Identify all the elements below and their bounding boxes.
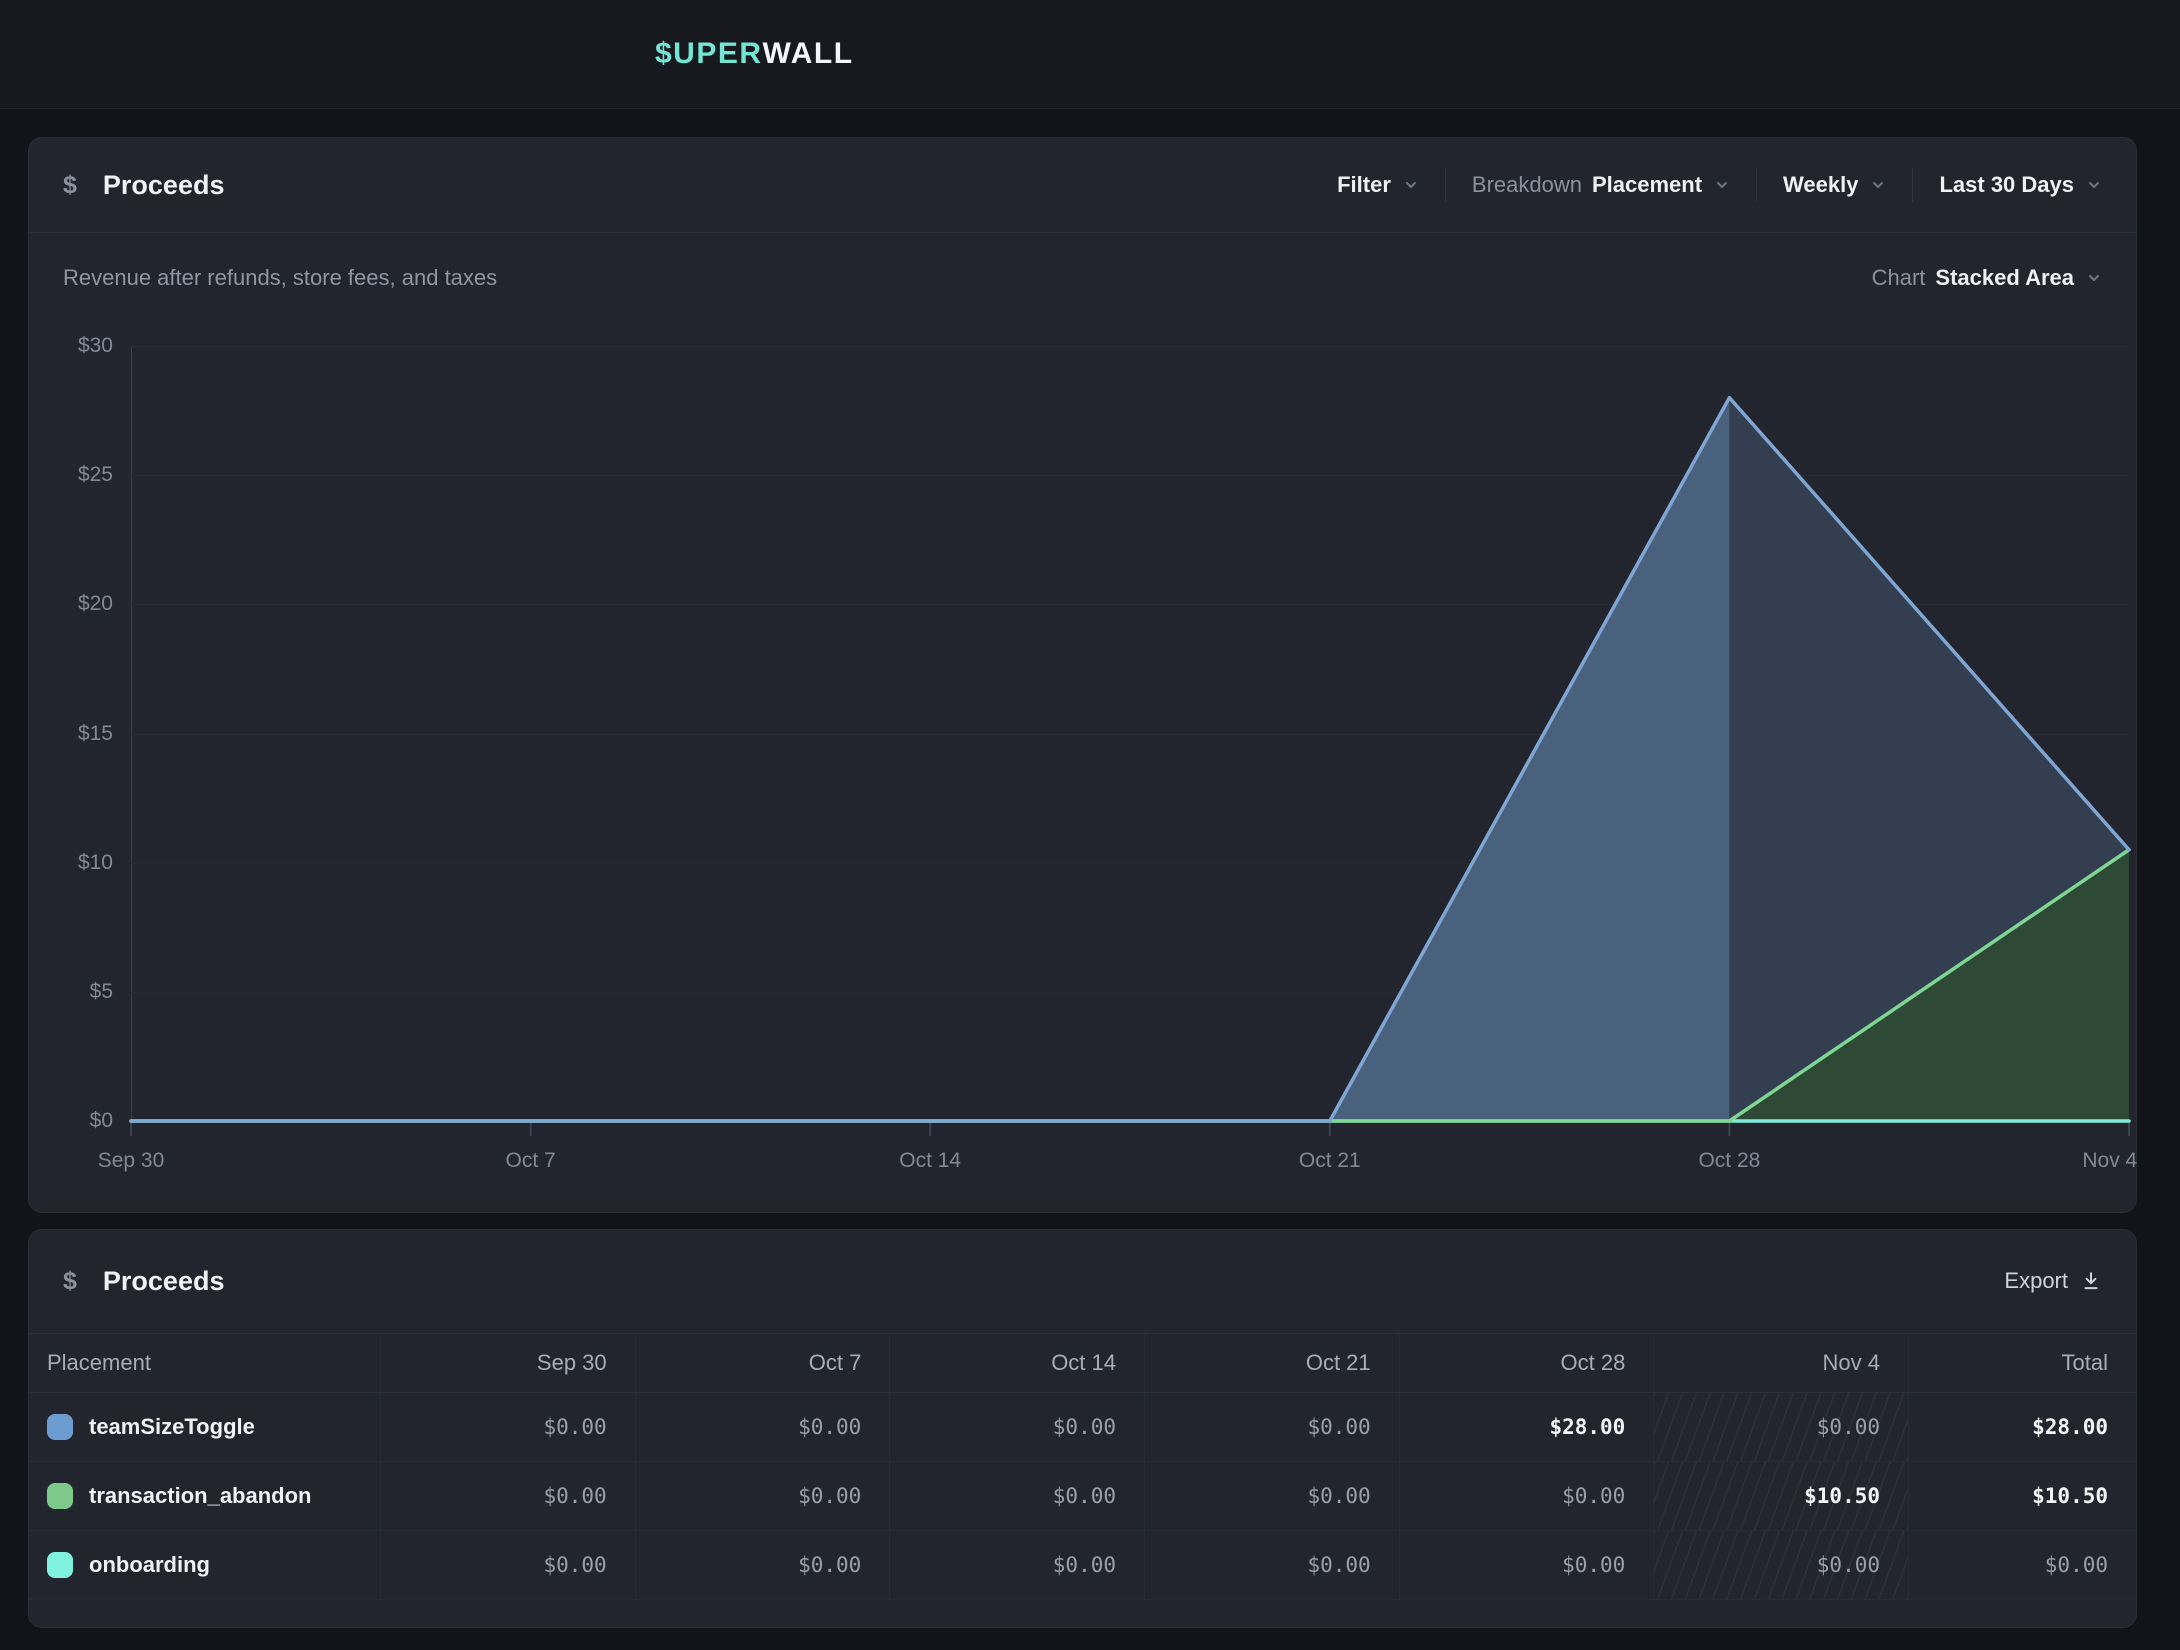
app-logo[interactable]: $UPERWALL [655, 0, 854, 108]
x-tick-label: Sep 30 [98, 1149, 165, 1173]
chart-controls: Filter Breakdown Placement Weekly Last 3… [1337, 168, 2102, 202]
date-range-dropdown[interactable]: Last 30 Days [1939, 172, 2102, 198]
divider [1756, 168, 1757, 202]
table-header-cell: Oct 7 [636, 1334, 891, 1392]
chart-type-label: Chart [1872, 265, 1926, 291]
chart-type-dropdown[interactable]: Chart Stacked Area [1872, 265, 2102, 291]
placement-label: transaction_abandon [89, 1483, 311, 1509]
logo-rest-text: WALL [763, 37, 854, 71]
y-tick-label: $30 [33, 333, 113, 359]
value-cell: $0.00 [636, 1531, 891, 1599]
value-cell: $28.00 [1400, 1393, 1655, 1461]
chart-sub-row: Revenue after refunds, store fees, and t… [63, 258, 2102, 298]
table-header-cell: Sep 30 [381, 1334, 636, 1392]
value-cell: $0.00 [1654, 1531, 1909, 1599]
placement-label: teamSizeToggle [89, 1414, 255, 1440]
value-cell: $0.00 [890, 1393, 1145, 1461]
stacked-area-chart: $0$5$10$15$20$25$30 Sep 30Oct 7Oct 14Oct… [131, 346, 2129, 1121]
breakdown-dropdown[interactable]: Breakdown Placement [1472, 172, 1730, 198]
chart-subtitle: Revenue after refunds, store fees, and t… [63, 265, 497, 291]
proceeds-chart-panel: $ Proceeds Filter Breakdown Placement We… [28, 137, 2137, 1213]
proceeds-table: PlacementSep 30Oct 7Oct 14Oct 21Oct 28No… [29, 1333, 2136, 1600]
chart-panel-title: Proceeds [103, 170, 225, 201]
value-cell: $10.50 [1654, 1462, 1909, 1530]
breakdown-label: Breakdown [1472, 172, 1582, 198]
value-cell: $0.00 [381, 1393, 636, 1461]
table-header-cell: Oct 28 [1400, 1334, 1655, 1392]
chevron-down-icon [2086, 270, 2102, 286]
x-tick-label: Nov 4 [2082, 1149, 2137, 1173]
table-header-cell: Oct 14 [890, 1334, 1145, 1392]
table-header-row: PlacementSep 30Oct 7Oct 14Oct 21Oct 28No… [29, 1333, 2136, 1393]
value-cell: $0.00 [1145, 1462, 1400, 1530]
proceeds-table-panel: $ Proceeds Export PlacementSep 30Oct 7Oc… [28, 1229, 2137, 1628]
table-body: teamSizeToggle$0.00$0.00$0.00$0.00$28.00… [29, 1393, 2136, 1600]
value-cell: $0.00 [1400, 1531, 1655, 1599]
divider [1912, 168, 1913, 202]
interval-value: Weekly [1783, 172, 1858, 198]
value-cell: $28.00 [1909, 1393, 2136, 1461]
top-nav: $UPERWALL [0, 0, 2180, 109]
chart-panel-header: $ Proceeds Filter Breakdown Placement We… [29, 138, 2136, 233]
x-tick-label: Oct 14 [899, 1149, 961, 1173]
date-range-value: Last 30 Days [1939, 172, 2074, 198]
export-button[interactable]: Export [2004, 1268, 2102, 1294]
table-panel-header: $ Proceeds Export [29, 1230, 2136, 1332]
divider [1445, 168, 1446, 202]
table-row: onboarding$0.00$0.00$0.00$0.00$0.00$0.00… [29, 1531, 2136, 1600]
breakdown-value: Placement [1592, 172, 1702, 198]
chevron-down-icon [2086, 177, 2102, 193]
table-header-cell: Placement [29, 1334, 381, 1392]
teamSizeToggle-area [131, 398, 1729, 1121]
value-cell: $0.00 [381, 1462, 636, 1530]
filter-dropdown[interactable]: Filter [1337, 172, 1419, 198]
interval-dropdown[interactable]: Weekly [1783, 172, 1886, 198]
logo-accent-text: $UPER [655, 37, 763, 71]
table-row: transaction_abandon$0.00$0.00$0.00$0.00$… [29, 1462, 2136, 1531]
chevron-down-icon [1870, 177, 1886, 193]
y-tick-label: $5 [33, 979, 113, 1005]
value-cell: $0.00 [636, 1393, 891, 1461]
series-color-swatch [47, 1414, 73, 1440]
dollar-icon: $ [63, 171, 77, 200]
value-cell: $0.00 [1654, 1393, 1909, 1461]
series-color-swatch [47, 1552, 73, 1578]
value-cell: $0.00 [890, 1462, 1145, 1530]
placement-cell: teamSizeToggle [29, 1393, 381, 1461]
x-tick-label: Oct 7 [506, 1149, 556, 1173]
value-cell: $0.00 [381, 1531, 636, 1599]
y-tick-label: $10 [33, 850, 113, 876]
table-header-cell: Total [1909, 1334, 2136, 1392]
table-header-cell: Oct 21 [1145, 1334, 1400, 1392]
value-cell: $0.00 [1909, 1531, 2136, 1599]
table-row: teamSizeToggle$0.00$0.00$0.00$0.00$28.00… [29, 1393, 2136, 1462]
value-cell: $0.00 [636, 1462, 891, 1530]
chevron-down-icon [1403, 177, 1419, 193]
placement-cell: transaction_abandon [29, 1462, 381, 1530]
placement-cell: onboarding [29, 1531, 381, 1599]
series-color-swatch [47, 1483, 73, 1509]
y-tick-label: $15 [33, 721, 113, 747]
y-tick-label: $25 [33, 462, 113, 488]
dollar-icon: $ [63, 1267, 77, 1296]
chart-type-value: Stacked Area [1935, 265, 2074, 291]
value-cell: $0.00 [890, 1531, 1145, 1599]
download-icon [2080, 1270, 2102, 1292]
table-header-cell: Nov 4 [1654, 1334, 1909, 1392]
x-tick-label: Oct 28 [1698, 1149, 1760, 1173]
value-cell: $0.00 [1145, 1393, 1400, 1461]
x-tick-label: Oct 21 [1299, 1149, 1361, 1173]
page: $UPERWALL $ Proceeds Filter Breakdown Pl… [0, 0, 2180, 1650]
value-cell: $10.50 [1909, 1462, 2136, 1530]
filter-label: Filter [1337, 172, 1391, 198]
table-panel-title: Proceeds [103, 1266, 225, 1297]
value-cell: $0.00 [1145, 1531, 1400, 1599]
y-tick-label: $20 [33, 591, 113, 617]
value-cell: $0.00 [1400, 1462, 1655, 1530]
export-label: Export [2004, 1268, 2068, 1294]
y-tick-label: $0 [33, 1108, 113, 1134]
placement-label: onboarding [89, 1552, 210, 1578]
chevron-down-icon [1714, 177, 1730, 193]
chart-series-svg [131, 346, 2129, 1137]
